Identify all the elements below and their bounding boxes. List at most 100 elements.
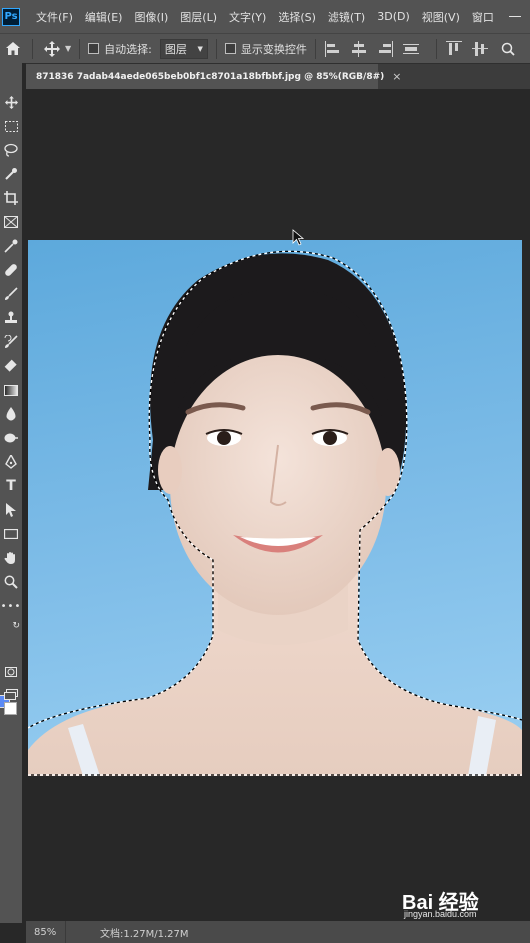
quick-mask-icon bbox=[5, 667, 17, 677]
swap-colors-button[interactable]: ↻ bbox=[0, 615, 22, 637]
crop-icon bbox=[4, 191, 18, 205]
frame-tool[interactable] bbox=[0, 211, 22, 233]
menu-bar: Ps 文件(F) 编辑(E) 图像(I) 图层(L) 文字(Y) 选择(S) 滤… bbox=[0, 0, 530, 33]
menu-file[interactable]: 文件(F) bbox=[30, 9, 79, 25]
brush-tool[interactable] bbox=[0, 283, 22, 305]
status-bar: 85% 文档:1.27M/1.27M bbox=[26, 921, 530, 943]
rectangle-tool[interactable] bbox=[0, 523, 22, 545]
portrait-photo[interactable] bbox=[28, 240, 522, 776]
rectangle-icon bbox=[4, 529, 18, 539]
show-transform-label: 显示变换控件 bbox=[240, 42, 307, 56]
layer-select-dropdown[interactable]: 图层 ▼ bbox=[159, 38, 208, 59]
menu-window[interactable]: 窗口 bbox=[466, 9, 500, 25]
baidu-watermark: Bai 经验 jingyan.baidu.com bbox=[402, 884, 502, 924]
canvas-area[interactable] bbox=[22, 89, 530, 921]
watermark-url: jingyan.baidu.com bbox=[404, 909, 477, 919]
auto-select-label: 自动选择: bbox=[104, 42, 152, 56]
pen-icon bbox=[5, 455, 17, 469]
clone-stamp-tool[interactable] bbox=[0, 307, 22, 329]
zoom-level-field[interactable]: 85% bbox=[26, 921, 66, 943]
quick-mask-button[interactable] bbox=[0, 661, 22, 683]
auto-select-checkbox[interactable] bbox=[88, 43, 100, 54]
document-tab-title: 871836 7adab44aede065beb0bf1c8701a18bfbb… bbox=[36, 71, 385, 82]
align-top-icon[interactable] bbox=[445, 40, 463, 58]
pen-tool[interactable] bbox=[0, 451, 22, 473]
marquee-tool[interactable] bbox=[0, 115, 22, 137]
document-size-info[interactable]: 文档:1.27M/1.27M bbox=[66, 925, 189, 940]
home-icon bbox=[6, 42, 20, 55]
menu-type[interactable]: 文字(Y) bbox=[223, 9, 272, 25]
separator bbox=[435, 38, 437, 59]
quick-select-icon bbox=[5, 168, 17, 180]
move-tool-preset-button[interactable] bbox=[41, 38, 63, 60]
align-vertical-center-icon[interactable] bbox=[471, 40, 489, 58]
show-transform-checkbox[interactable] bbox=[224, 43, 236, 54]
lasso-tool[interactable] bbox=[0, 139, 22, 161]
menu-edit[interactable]: 编辑(E) bbox=[79, 9, 129, 25]
lasso-icon bbox=[4, 143, 18, 157]
separator bbox=[314, 38, 316, 59]
menu-3d[interactable]: 3D(D) bbox=[371, 10, 416, 23]
zoom-tool[interactable] bbox=[0, 571, 22, 593]
dodge-tool[interactable] bbox=[0, 427, 22, 449]
close-icon[interactable]: × bbox=[392, 70, 401, 83]
more-tools-icon: ••• bbox=[0, 600, 22, 612]
hand-icon bbox=[4, 552, 15, 564]
toolbox: T ••• ↻ bbox=[0, 63, 22, 923]
dodge-icon bbox=[4, 433, 18, 443]
swap-arrow-icon: ↻ bbox=[12, 621, 20, 631]
portrait-illustration bbox=[28, 250, 522, 776]
separator bbox=[215, 38, 217, 59]
document-tab-bar: 871836 7adab44aede065beb0bf1c8701a18bfbb… bbox=[26, 63, 530, 89]
eraser-tool[interactable] bbox=[0, 355, 22, 377]
chevron-down-icon: ▼ bbox=[197, 44, 203, 53]
hand-tool[interactable] bbox=[0, 547, 22, 569]
menu-image[interactable]: 图像(I) bbox=[128, 9, 174, 25]
screen-mode-icon bbox=[4, 688, 18, 700]
crop-tool[interactable] bbox=[0, 187, 22, 209]
brush-icon bbox=[5, 287, 18, 300]
marquee-icon bbox=[4, 120, 18, 132]
menu-select[interactable]: 选择(S) bbox=[272, 9, 322, 25]
blur-icon bbox=[6, 407, 16, 421]
quick-select-tool[interactable] bbox=[0, 163, 22, 185]
mouse-cursor-icon bbox=[292, 229, 305, 246]
eyedropper-icon bbox=[4, 239, 18, 253]
options-bar: ▼ 自动选择: 图层 ▼ 显示变换控件 bbox=[0, 33, 530, 63]
align-left-icon[interactable] bbox=[324, 40, 342, 58]
document-tab[interactable]: 871836 7adab44aede065beb0bf1c8701a18bfbb… bbox=[26, 64, 401, 89]
minimize-button[interactable] bbox=[500, 0, 530, 33]
eraser-icon bbox=[4, 359, 17, 372]
type-tool[interactable]: T bbox=[0, 475, 22, 497]
search-button[interactable] bbox=[497, 38, 519, 60]
history-brush-icon bbox=[4, 335, 18, 348]
path-select-tool[interactable] bbox=[0, 499, 22, 521]
minimize-icon bbox=[509, 16, 521, 17]
more-tools-button[interactable]: ••• bbox=[0, 595, 22, 617]
separator bbox=[79, 38, 81, 59]
healing-brush-tool[interactable] bbox=[0, 259, 22, 281]
photoshop-logo: Ps bbox=[2, 7, 20, 26]
move-tool[interactable] bbox=[0, 91, 22, 113]
history-brush-tool[interactable] bbox=[0, 331, 22, 353]
gradient-tool[interactable] bbox=[0, 379, 22, 401]
distribute-vertical-icon[interactable] bbox=[402, 40, 420, 58]
blur-tool[interactable] bbox=[0, 403, 22, 425]
frame-icon bbox=[4, 216, 18, 228]
menu-filter[interactable]: 滤镜(T) bbox=[322, 9, 371, 25]
eyedropper-tool[interactable] bbox=[0, 235, 22, 257]
type-icon: T bbox=[6, 478, 16, 494]
layer-select-value: 图层 bbox=[164, 42, 187, 56]
home-button[interactable] bbox=[2, 38, 24, 60]
align-horizontal-center-icon[interactable] bbox=[350, 40, 368, 58]
menu-view[interactable]: 视图(V) bbox=[416, 9, 466, 25]
clone-stamp-icon bbox=[5, 311, 17, 323]
menu-layer[interactable]: 图层(L) bbox=[174, 9, 223, 25]
zoom-icon bbox=[4, 575, 18, 589]
move-icon bbox=[4, 95, 18, 109]
chevron-down-icon[interactable]: ▼ bbox=[65, 44, 71, 53]
search-icon bbox=[501, 42, 515, 56]
gradient-icon bbox=[4, 384, 18, 396]
align-right-icon[interactable] bbox=[376, 40, 394, 58]
screen-mode-button[interactable] bbox=[0, 683, 22, 705]
